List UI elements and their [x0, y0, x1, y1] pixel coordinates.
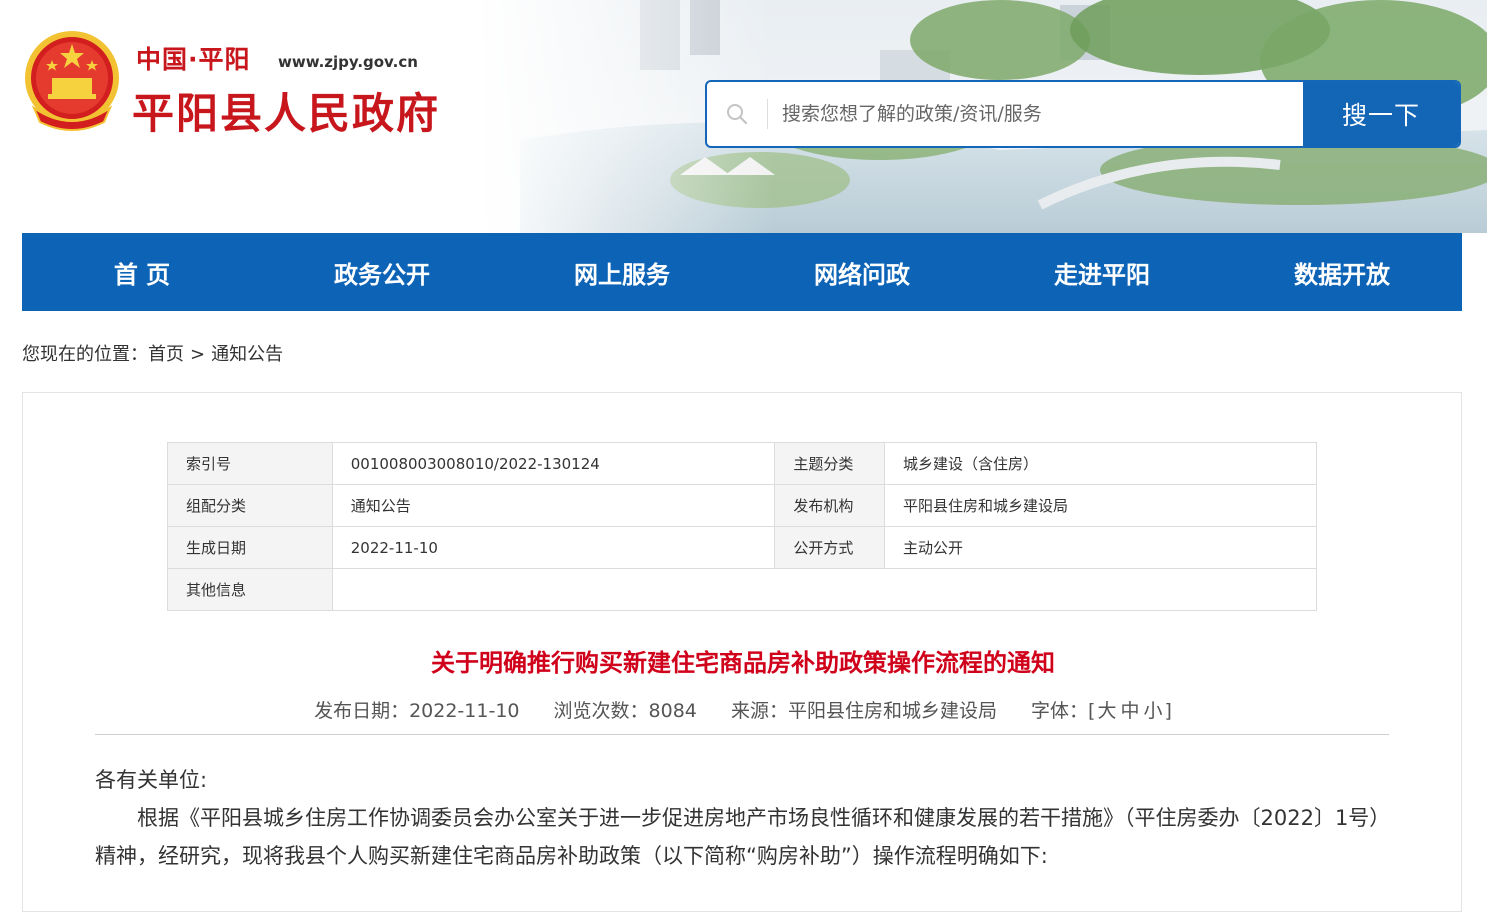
meta-value-disclosure: 主动公开 — [884, 526, 1317, 569]
search-input[interactable] — [767, 99, 1303, 129]
nav-item-home[interactable]: 首 页 — [22, 233, 262, 311]
table-row: 索引号 001008003008010/2022-130124 主题分类 城乡建… — [167, 442, 1317, 485]
nav-item-open-data[interactable]: 数据开放 — [1222, 233, 1462, 311]
search-icon — [707, 82, 767, 146]
meta-value-other — [331, 568, 1318, 611]
meta-label-publisher: 发布机构 — [774, 484, 886, 527]
search-button[interactable]: 搜一下 — [1303, 82, 1459, 146]
font-size-label: 字体：[ — [1031, 700, 1096, 722]
breadcrumb-home-link[interactable]: 首页 — [148, 344, 184, 365]
font-size-control: 字体：[大中小] — [1031, 700, 1172, 722]
site-url: www.zjpy.gov.cn — [278, 53, 418, 71]
article-title: 关于明确推行购买新建住宅商品房补助政策操作流程的通知 — [431, 649, 1055, 677]
meta-value-category: 通知公告 — [331, 484, 776, 527]
site-header: 中国·平阳 www.zjpy.gov.cn 平阳县人民政府 搜一下 — [0, 0, 1487, 233]
nav-item-online-services[interactable]: 网上服务 — [502, 233, 742, 311]
search-bar: 搜一下 — [705, 80, 1461, 148]
breadcrumb: 您现在的位置：首页 > 通知公告 — [22, 340, 283, 366]
meta-label-category: 组配分类 — [167, 484, 333, 527]
font-size-medium-link[interactable]: 中 — [1120, 700, 1139, 722]
meta-value-index: 001008003008010/2022-130124 — [331, 442, 776, 485]
table-row: 组配分类 通知公告 发布机构 平阳县住房和城乡建设局 — [167, 484, 1317, 527]
document-meta-table: 索引号 001008003008010/2022-130124 主题分类 城乡建… — [167, 442, 1318, 611]
national-emblem-icon — [25, 31, 119, 131]
table-row: 生成日期 2022-11-10 公开方式 主动公开 — [167, 526, 1317, 569]
article-body: 各有关单位: 根据《平阳县城乡住房工作协调委员会办公室关于进一步促进房地产市场良… — [95, 761, 1389, 875]
font-size-large-link[interactable]: 大 — [1097, 700, 1116, 722]
font-size-bracket-close: ] — [1164, 700, 1172, 722]
meta-label-topic: 主题分类 — [774, 442, 886, 485]
title-divider — [95, 734, 1389, 735]
table-row: 其他信息 — [167, 568, 1318, 611]
article-info-bar: 发布日期：2022-11-10 浏览次数：8084 来源：平阳县住房和城乡建设局… — [23, 696, 1463, 723]
article-salutation: 各有关单位: — [95, 768, 208, 792]
meta-value-date: 2022-11-10 — [331, 526, 776, 569]
article-paragraph: 根据《平阳县城乡住房工作协调委员会办公室关于进一步促进房地产市场良性循环和健康发… — [95, 806, 1380, 868]
breadcrumb-separator: > — [190, 344, 206, 365]
nav-item-online-inquiry[interactable]: 网络问政 — [742, 233, 982, 311]
article-container: 索引号 001008003008010/2022-130124 主题分类 城乡建… — [22, 392, 1462, 912]
meta-label-disclosure: 公开方式 — [774, 526, 886, 569]
main-nav: 首 页 政务公开 网上服务 网络问政 走进平阳 数据开放 — [22, 233, 1462, 311]
article-source: 来源：平阳县住房和城乡建设局 — [730, 700, 997, 722]
breadcrumb-current-link[interactable]: 通知公告 — [211, 344, 283, 365]
site-name-small: 中国·平阳 — [136, 45, 251, 74]
site-title: 平阳县人民政府 — [132, 89, 441, 138]
nav-item-about-pingyang[interactable]: 走进平阳 — [982, 233, 1222, 311]
font-size-small-link[interactable]: 小 — [1143, 700, 1162, 722]
nav-item-government-affairs[interactable]: 政务公开 — [262, 233, 502, 311]
meta-label-date: 生成日期 — [167, 526, 333, 569]
meta-value-topic: 城乡建设（含住房） — [884, 442, 1317, 485]
article-view-count: 浏览次数：8084 — [553, 700, 697, 722]
meta-label-index: 索引号 — [167, 442, 333, 485]
meta-value-publisher: 平阳县住房和城乡建设局 — [884, 484, 1317, 527]
breadcrumb-prefix: 您现在的位置： — [22, 344, 148, 365]
article-publish-date: 发布日期：2022-11-10 — [314, 700, 520, 722]
meta-label-other: 其他信息 — [167, 568, 333, 611]
